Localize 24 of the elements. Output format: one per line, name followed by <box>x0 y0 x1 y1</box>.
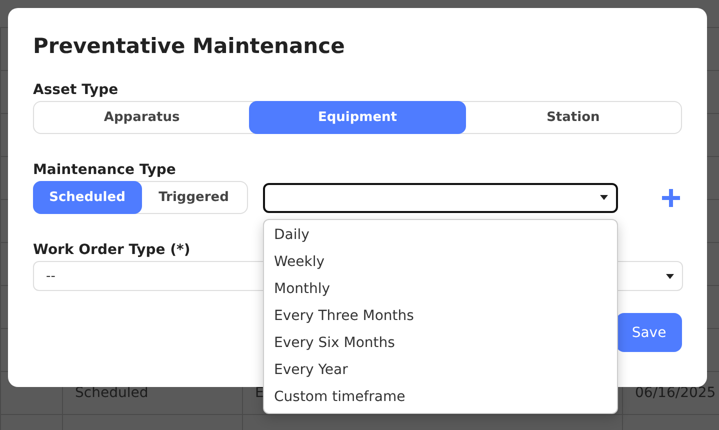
field-label: Maintenance Type <box>33 162 177 178</box>
dropdown-option[interactable]: Monthly <box>264 276 617 302</box>
dropdown-option[interactable]: Every Three Months <box>264 302 617 330</box>
dialog-title: Preventative Maintenance <box>33 34 346 58</box>
field-label: Asset Type <box>33 82 120 98</box>
segment-tab[interactable]: Station <box>464 101 682 134</box>
table-cell: E <box>255 385 264 401</box>
frequency-select[interactable] <box>263 182 618 212</box>
dropdown-option[interactable]: Every Year <box>264 356 617 384</box>
caret-icon <box>600 195 608 200</box>
segment-tab[interactable]: Equipment <box>248 101 466 134</box>
caret-icon <box>666 274 674 278</box>
table-cell: 06/16/2025 <box>635 385 716 401</box>
table-cell: Scheduled <box>75 385 148 401</box>
dropdown-option[interactable]: Weekly <box>264 248 617 276</box>
dropdown-option[interactable]: Daily <box>264 222 617 248</box>
dropdown-option[interactable]: Every Six Months <box>264 330 617 356</box>
dropdown-option[interactable]: Custom timeframe <box>264 384 617 410</box>
field-label: Work Order Type (*) <box>33 242 192 258</box>
save-button[interactable]: Save <box>616 313 682 352</box>
segment-tab[interactable]: Triggered <box>140 181 248 214</box>
segment-tab[interactable]: Scheduled <box>33 181 142 214</box>
segment-tab[interactable]: Apparatus <box>33 101 251 134</box>
plus-icon[interactable] <box>661 188 681 208</box>
